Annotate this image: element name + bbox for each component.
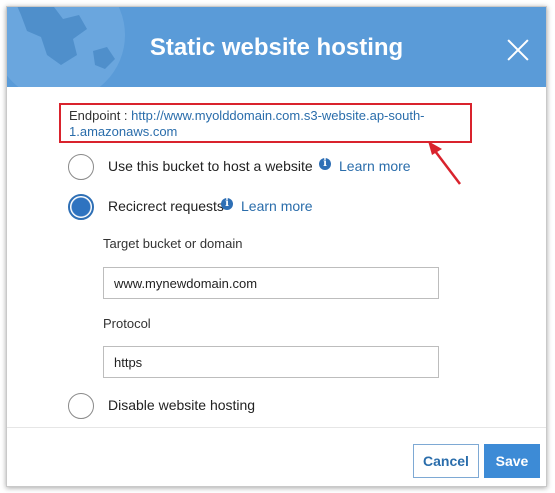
endpoint-label: Endpoint : — [69, 108, 128, 123]
protocol-label: Protocol — [103, 316, 151, 331]
footer-divider — [7, 427, 546, 428]
endpoint-text: Endpoint : http://www.myolddomain.com.s3… — [69, 108, 469, 140]
info-icon[interactable]: i — [319, 158, 331, 170]
disable-hosting-radio[interactable] — [68, 393, 94, 419]
redirect-requests-label: Recicrect requests — [108, 198, 224, 214]
host-website-radio[interactable] — [68, 154, 94, 180]
protocol-input[interactable] — [103, 346, 439, 378]
redirect-learn-more-link[interactable]: Learn more — [241, 198, 313, 214]
target-bucket-label: Target bucket or domain — [103, 236, 243, 251]
red-arrow-icon — [428, 141, 461, 185]
static-website-hosting-dialog: Static website hosting Endpoint : http:/… — [6, 6, 547, 487]
host-website-label: Use this bucket to host a website — [108, 158, 313, 174]
host-website-learn-more-link[interactable]: Learn more — [339, 158, 411, 174]
disable-hosting-label: Disable website hosting — [108, 397, 256, 413]
target-bucket-input[interactable] — [103, 267, 439, 299]
redirect-requests-radio[interactable] — [68, 194, 94, 220]
cancel-button[interactable]: Cancel — [413, 444, 479, 478]
dialog-header: Static website hosting — [7, 7, 546, 87]
save-button[interactable]: Save — [484, 444, 540, 478]
dialog-title: Static website hosting — [149, 34, 404, 61]
info-icon[interactable]: i — [221, 198, 233, 210]
close-icon[interactable] — [507, 39, 529, 61]
